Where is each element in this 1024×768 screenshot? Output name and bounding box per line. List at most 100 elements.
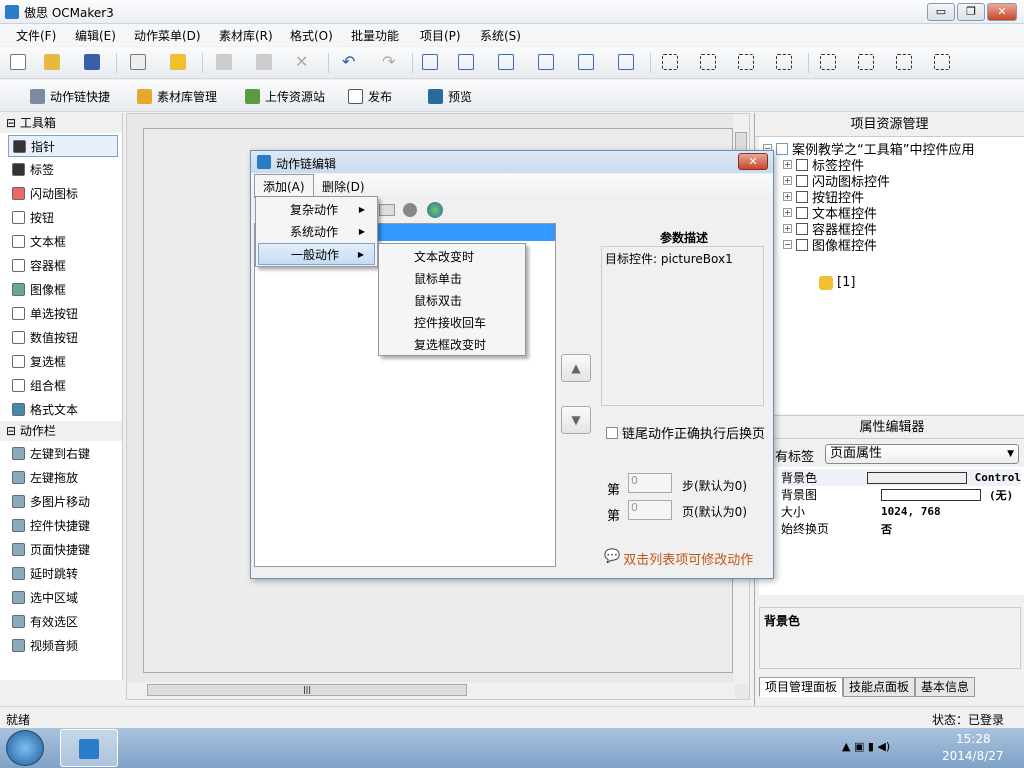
increase-spacing-icon[interactable] [896,54,912,70]
property-row[interactable]: 大小 1024, 768 [781,503,1021,520]
open-icon[interactable] [44,54,60,70]
clock-date[interactable]: 2014/8/27 [942,749,1004,763]
tool-item[interactable]: 组合框 [0,373,122,397]
undo-icon[interactable]: ↶ [342,54,358,70]
copy-icon[interactable] [216,54,232,70]
tree-child[interactable]: [1] [819,275,855,290]
align-left-icon[interactable] [422,54,438,70]
save-icon[interactable] [84,54,100,70]
same-size-icon[interactable] [776,54,792,70]
action-item[interactable]: 延时跳转 [0,561,122,585]
move-down-button[interactable]: ▼ [561,406,591,434]
tool-item[interactable]: 复选框 [0,349,122,373]
menu-file[interactable]: 文件(F) [16,27,56,44]
tab-basic-info[interactable]: 基本信息 [915,677,976,697]
spacing-icon[interactable] [858,54,874,70]
library-button[interactable]: 素材库管理 [137,88,217,105]
submenu-item[interactable]: 文本改变时 [381,246,523,268]
dialog-close-button[interactable]: ✕ [738,153,768,170]
clock-time[interactable]: 15:28 [956,732,991,746]
decrease-spacing-icon[interactable] [934,54,950,70]
tab-skill-panel[interactable]: 技能点面板 [843,677,916,697]
tool-item[interactable]: 指针 [8,135,118,157]
tool-item[interactable]: 闪动图标 [0,181,122,205]
page-icon[interactable] [130,54,146,70]
same-width-icon[interactable] [700,54,716,70]
action-item[interactable]: 控件快捷键 [0,513,122,537]
action-item[interactable]: 左键到右键 [0,441,122,465]
dialog-menu-add[interactable]: 添加(A) [254,174,314,198]
action-item[interactable]: 页面快捷键 [0,537,122,561]
tool-item[interactable]: 标签 [0,157,122,181]
distribute-v-icon[interactable] [820,54,836,70]
tool-item[interactable]: 单选按钮 [0,301,122,325]
publish-button[interactable]: 发布 [348,88,392,105]
menu-edit[interactable]: 编辑(E) [75,27,116,44]
tool-item[interactable]: 图像框 [0,277,122,301]
tool-item[interactable]: 容器框 [0,253,122,277]
keyboard-icon[interactable] [379,204,395,216]
action-item[interactable]: 有效选区 [0,609,122,633]
action-item[interactable]: 多图片移动 [0,489,122,513]
dialog-menu-delete[interactable]: 删除(D) [322,178,365,195]
preview-button[interactable]: 预览 [428,88,472,105]
new-icon[interactable] [10,54,26,70]
property-row[interactable]: 背景色 Control [781,469,1021,486]
tool-item[interactable]: 按钮 [0,205,122,229]
action-item[interactable]: 左键拖放 [0,465,122,489]
menu-item-general-action[interactable]: 一般动作 ▶ [258,243,375,265]
menu-project[interactable]: 项目(P) [420,27,461,44]
horizontal-scrollbar[interactable]: ||| [127,682,735,699]
align-right-icon[interactable] [498,54,514,70]
property-row[interactable]: 背景图 (无) [781,486,1021,503]
project-icon [776,142,788,155]
action-section-header[interactable]: ⊟ 动作栏 [0,421,122,441]
tab-project-panel[interactable]: 项目管理面板 [759,677,844,697]
menu-action[interactable]: 动作菜单(D) [134,27,201,44]
menu-batch[interactable]: 批量功能 [351,27,399,44]
action-item[interactable]: 视频音频 [0,633,122,657]
align-middle-icon[interactable] [578,54,594,70]
upload-icon [245,89,260,104]
delete-icon[interactable]: ✕ [295,54,311,70]
align-top-icon[interactable] [538,54,554,70]
menu-format[interactable]: 格式(O) [290,27,333,44]
property-row[interactable]: 始终换页否 [781,520,1021,537]
restore-button[interactable]: ❐ [957,3,985,21]
step-spinner[interactable]: 0 [628,473,672,493]
upload-button[interactable]: 上传资源站 [245,88,325,105]
menu-item-system-action[interactable]: 系统动作 ▶ [258,221,375,243]
page-spinner[interactable]: 0 [628,500,672,520]
tool-item[interactable]: 格式文本 [0,397,122,421]
tool-item[interactable]: 文本框 [0,229,122,253]
redo-icon[interactable]: ↷ [382,54,398,70]
align-bottom-icon[interactable] [618,54,634,70]
mouse-icon[interactable] [403,203,417,217]
submenu-item[interactable]: 鼠标双击 [381,290,523,312]
control-icon[interactable] [170,54,186,70]
move-up-button[interactable]: ▲ [561,354,591,382]
taskbar-app-ocmaker[interactable] [60,729,118,767]
turn-page-checkbox[interactable]: 链尾动作正确执行后换页 [606,423,765,442]
tree-item[interactable]: − 图像框控件 [783,235,877,254]
menu-system[interactable]: 系统(S) [480,27,521,44]
tray-icons[interactable]: ▲ ▣ ▮ ◀) [842,740,890,753]
menu-library[interactable]: 素材库(R) [219,27,273,44]
property-object-select[interactable]: 页面属性 ▼ [825,444,1019,464]
same-height-icon[interactable] [738,54,754,70]
toolbox-section-header[interactable]: ⊟ 工具箱 [0,113,122,133]
align-center-icon[interactable] [458,54,474,70]
paste-icon[interactable] [256,54,272,70]
submenu-item[interactable]: 控件接收回车 [381,312,523,334]
close-button[interactable]: ✕ [987,3,1017,21]
action-chain-button[interactable]: 动作链快捷 [30,88,110,105]
action-item[interactable]: 选中区域 [0,585,122,609]
menu-item-complex-action[interactable]: 复杂动作 ▶ [258,199,375,221]
tool-item[interactable]: 数值按钮 [0,325,122,349]
minimize-button[interactable]: ▭ [927,3,955,21]
start-button[interactable] [6,730,44,766]
timer-icon[interactable] [427,202,443,218]
distribute-h-icon[interactable] [662,54,678,70]
submenu-item[interactable]: 复选框改变时 [381,334,523,356]
submenu-item[interactable]: 鼠标单击 [381,268,523,290]
